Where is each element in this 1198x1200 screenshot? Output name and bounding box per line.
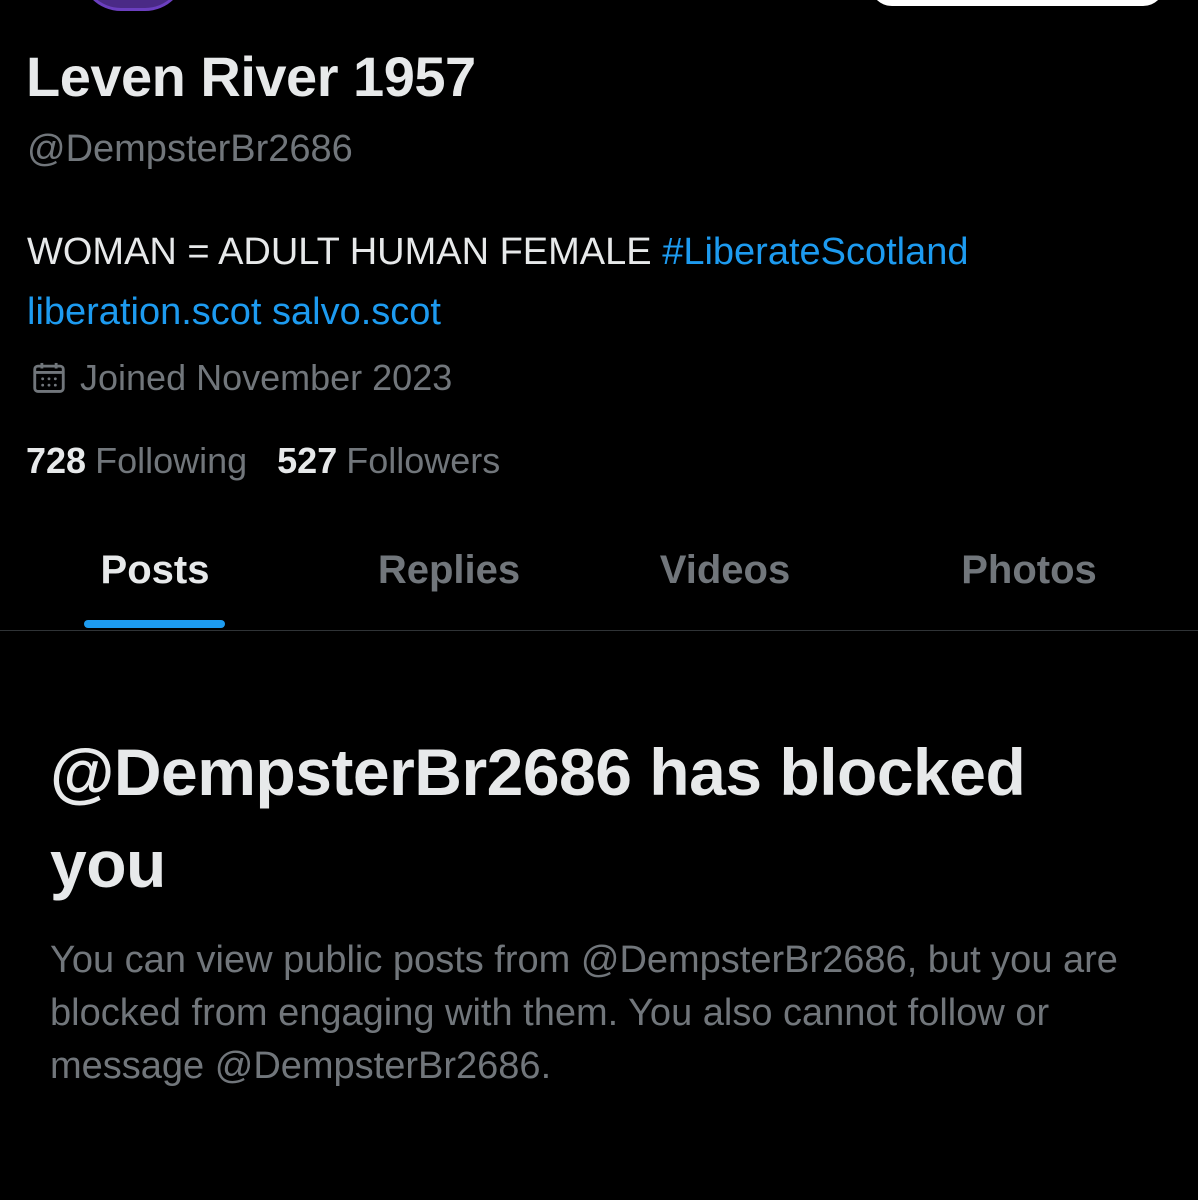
display-name: Leven River 1957 bbox=[26, 45, 476, 108]
followers-label: Followers bbox=[346, 440, 501, 481]
bio-hashtag-link[interactable]: #LiberateScotland bbox=[662, 231, 968, 273]
tab-videos[interactable]: Videos bbox=[620, 510, 830, 630]
joined-date: Joined November 2023 bbox=[30, 357, 452, 399]
follow-button[interactable] bbox=[870, 0, 1165, 6]
blocked-title: @DempsterBr2686 has blocked you bbox=[50, 735, 1026, 901]
joined-date-text: Joined November 2023 bbox=[80, 357, 453, 398]
followers-count: 527 bbox=[277, 440, 338, 481]
blocked-message: You can view public posts from @Dempster… bbox=[50, 939, 1118, 1087]
profile-handle: @DempsterBr2686 bbox=[27, 128, 353, 170]
profile-bio: WOMAN = ADULT HUMAN FEMALE #LiberateScot… bbox=[27, 222, 1177, 342]
tab-replies[interactable]: Replies bbox=[343, 510, 555, 630]
tab-photos[interactable]: Photos bbox=[925, 510, 1133, 630]
follow-stats: 728 Following 527 Followers bbox=[26, 440, 500, 482]
bio-website-link-liberation[interactable]: liberation.scot bbox=[27, 291, 261, 333]
profile-tabs: Posts Replies Videos Photos bbox=[0, 510, 1198, 631]
bio-text: WOMAN = ADULT HUMAN FEMALE bbox=[27, 231, 652, 273]
following-link[interactable]: 728 Following bbox=[26, 440, 247, 482]
following-count: 728 bbox=[26, 440, 87, 481]
following-label: Following bbox=[95, 440, 248, 481]
calendar-icon bbox=[30, 359, 68, 397]
followers-link[interactable]: 527 Followers bbox=[277, 440, 500, 482]
tab-posts[interactable]: Posts bbox=[55, 510, 255, 630]
active-tab-indicator bbox=[84, 620, 225, 628]
bio-website-link-salvo[interactable]: salvo.scot bbox=[272, 291, 441, 333]
avatar[interactable] bbox=[80, 0, 186, 11]
